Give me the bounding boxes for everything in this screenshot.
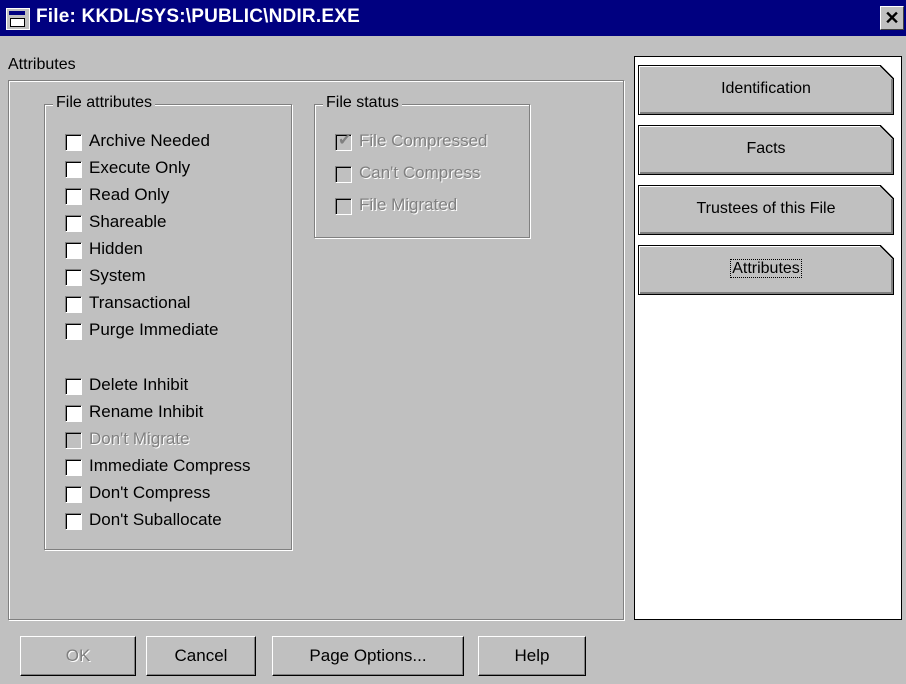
tab-label: Attributes [730,259,802,278]
ok-button: OK [20,636,136,676]
checkbox-label: Don't Compress [89,483,211,502]
checkbox-box[interactable] [65,459,82,476]
checkbox-box[interactable] [65,215,82,232]
title-bar[interactable]: File: KKDL/SYS:\PUBLIC\NDIR.EXE ✕ [0,0,906,36]
checkbox-label: Read Only [89,185,170,204]
help-button[interactable]: Help [478,636,586,676]
checkbox-box [335,198,352,215]
checkbox-label: Purge Immediate [89,320,219,339]
checkbox-label: File Migrated [359,195,458,214]
checkbox-box [335,166,352,183]
file-attributes-legend: File attributes [53,94,156,112]
checkbox-box: ✔ [335,132,352,151]
checkbox-label: Hidden [89,239,143,258]
checkbox-box[interactable] [65,486,82,503]
checkbox-box[interactable] [65,188,82,205]
checkbox-label: Don't Suballocate [89,510,222,529]
checkbox-box[interactable] [65,323,82,340]
tab-trustees[interactable]: Trustees of this File [638,185,894,235]
checkbox-label: System [89,266,146,285]
checkbox-label: File Compressed [359,131,488,150]
checkbox-box [65,432,82,449]
checkbox-box[interactable] [65,378,82,395]
cancel-button[interactable]: Cancel [146,636,256,676]
checkbox-label: Archive Needed [89,131,210,150]
tab-identification[interactable]: Identification [638,65,894,115]
checkbox-label: Transactional [89,293,191,312]
checkbox-label: Execute Only [89,158,191,177]
file-status-group: File status ✔ File Compressed Can't Comp… [314,94,530,238]
tab-label: Identification [721,80,811,97]
checkbox-label: Rename Inhibit [89,402,204,421]
checkbox-label: Don't Migrate [89,429,190,448]
checkbox-box[interactable] [65,296,82,313]
checkbox-box[interactable] [65,269,82,286]
panel-caption: Attributes [8,56,76,73]
checkbox-box[interactable] [65,134,82,151]
checkbox-box[interactable] [65,513,82,530]
checkbox-box[interactable] [65,242,82,259]
tab-label: Trustees of this File [696,200,836,217]
checkbox-label: Can't Compress [359,163,481,182]
file-properties-icon[interactable] [6,8,30,30]
checkbox-box[interactable] [65,405,82,422]
checkbox-box[interactable] [65,161,82,178]
checkbox-label: Immediate Compress [89,456,251,475]
window-title: File: KKDL/SYS:\PUBLIC\NDIR.EXE [36,6,360,27]
file-status-legend: File status [323,94,402,112]
tab-label: Facts [746,140,786,157]
checkbox-label: Shareable [89,212,167,231]
checkmark-icon: ✔ [338,132,352,149]
close-button[interactable]: ✕ [880,6,904,30]
tab-attributes[interactable]: Attributes [638,245,894,295]
checkbox-label: Delete Inhibit [89,375,189,394]
page-tabs-area: Identification Facts Trustees of this Fi… [634,56,902,620]
tab-facts[interactable]: Facts [638,125,894,175]
page-options-button[interactable]: Page Options... [272,636,464,676]
file-attributes-group: File attributes Archive Needed Execute O… [44,94,292,550]
